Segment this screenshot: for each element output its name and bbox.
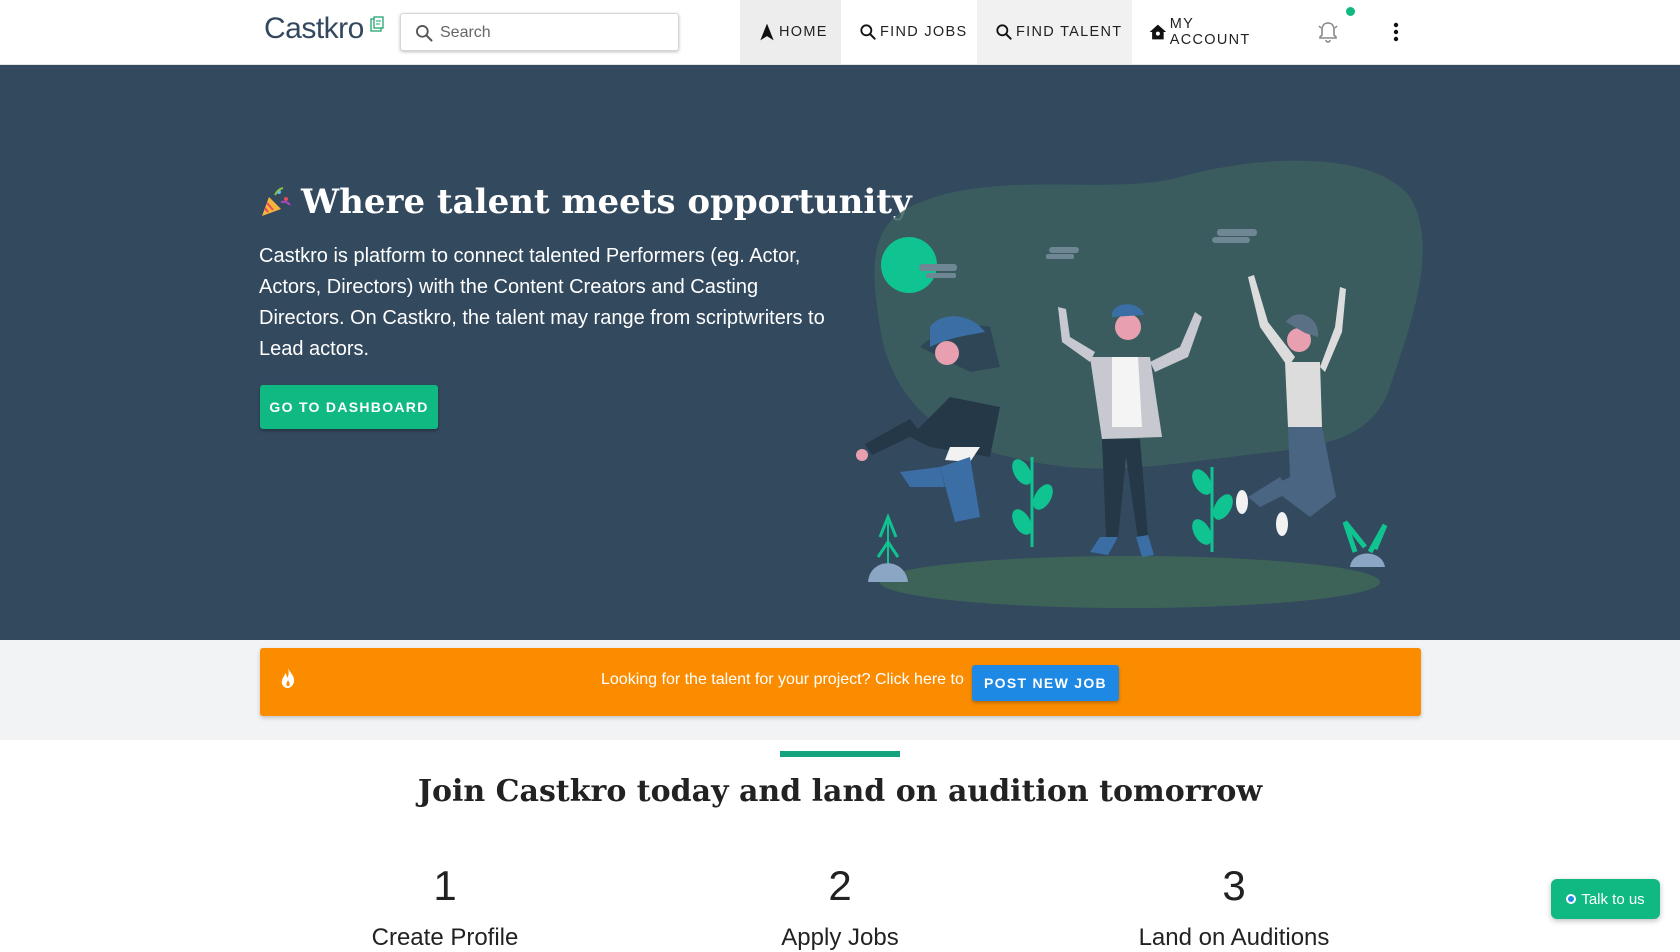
nav-find-talent-label: FIND TALENT bbox=[1016, 24, 1123, 40]
more-vert-icon[interactable] bbox=[1384, 20, 1408, 44]
search-input[interactable] bbox=[440, 20, 670, 46]
post-new-job-button[interactable]: POST NEW JOB bbox=[972, 665, 1119, 701]
hero-section: Where talent meets opportunity Castkro i… bbox=[0, 65, 1680, 640]
step-number: 2 bbox=[828, 862, 852, 909]
search-box[interactable] bbox=[400, 13, 679, 51]
logo-mark-icon bbox=[370, 16, 384, 32]
nav-find-jobs-label: FIND JOBS bbox=[880, 24, 968, 40]
hero-title-text: Where talent meets opportunity bbox=[301, 182, 912, 222]
step-land-on-auditions: 3 Land on Auditions bbox=[1114, 860, 1354, 952]
step-create-profile: 1 Create Profile bbox=[325, 860, 565, 952]
nav-home-label: HOME bbox=[779, 24, 828, 40]
chat-status-icon bbox=[1566, 894, 1577, 904]
step-apply-jobs: 2 Apply Jobs bbox=[720, 860, 960, 952]
hero-description: Castkro is platform to connect talented … bbox=[259, 245, 825, 360]
join-section-title: Join Castkro today and land on audition … bbox=[417, 774, 1263, 809]
bell-icon[interactable] bbox=[1316, 20, 1340, 44]
nav-my-account[interactable]: MY ACCOUNT bbox=[1148, 0, 1278, 64]
step-number: 3 bbox=[1222, 862, 1246, 909]
site-logo[interactable]: Castkro bbox=[264, 12, 364, 46]
search-icon bbox=[416, 25, 433, 42]
post-job-banner: Looking for the talent for your project?… bbox=[260, 648, 1421, 716]
step-label: Land on Auditions bbox=[1138, 924, 1330, 951]
talk-to-us-button[interactable]: Talk to us bbox=[1551, 879, 1660, 919]
navigation-arrow-icon bbox=[760, 23, 774, 41]
banner-text: Looking for the talent for your project?… bbox=[601, 671, 964, 688]
hero-title: Where talent meets opportunity bbox=[259, 182, 912, 222]
step-label: Create Profile bbox=[371, 924, 519, 951]
home-icon bbox=[1149, 24, 1167, 40]
nav-home[interactable]: HOME bbox=[740, 0, 841, 64]
hero-illustration bbox=[856, 160, 1423, 608]
nav-my-account-label: MY ACCOUNT bbox=[1169, 16, 1251, 48]
section-divider bbox=[780, 751, 900, 757]
step-number: 1 bbox=[433, 862, 457, 909]
go-to-dashboard-button[interactable]: GO TO DASHBOARD bbox=[260, 385, 438, 429]
top-nav-bar: Castkro HOME FIND JOBS FIND TALENT bbox=[0, 0, 1680, 65]
search-icon bbox=[860, 24, 876, 40]
search-icon bbox=[996, 24, 1012, 40]
notification-dot bbox=[1346, 7, 1355, 16]
promo-strip: Looking for the talent for your project?… bbox=[0, 640, 1680, 740]
nav-find-jobs[interactable]: FIND JOBS bbox=[858, 0, 976, 64]
fire-icon bbox=[281, 668, 295, 688]
party-popper-icon bbox=[262, 187, 291, 216]
talk-to-us-label: Talk to us bbox=[1581, 890, 1645, 908]
step-label: Apply Jobs bbox=[781, 924, 899, 951]
nav-find-talent[interactable]: FIND TALENT bbox=[977, 0, 1132, 64]
